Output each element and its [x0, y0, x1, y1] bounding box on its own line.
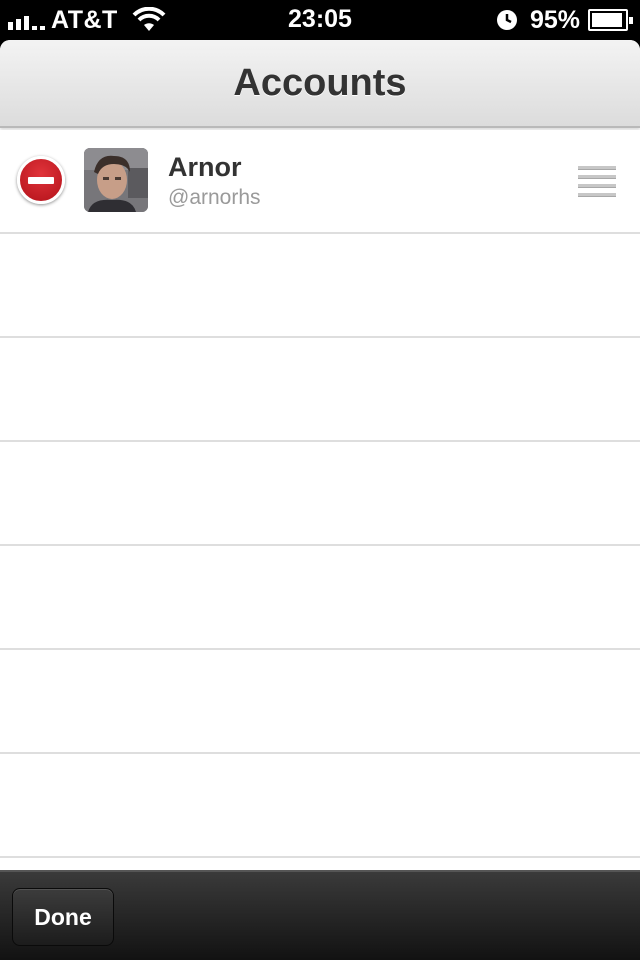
minus-icon [28, 177, 54, 184]
navigation-bar: Accounts [0, 40, 640, 128]
avatar [84, 148, 148, 212]
status-right: 95% [496, 5, 633, 35]
empty-row [0, 234, 640, 338]
bottom-toolbar: Done [0, 870, 640, 960]
empty-row [0, 338, 640, 442]
done-button[interactable]: Done [12, 888, 114, 946]
battery-percent: 95% [529, 5, 580, 34]
accounts-list: Arnor @arnorhs [0, 130, 640, 858]
account-row[interactable]: Arnor @arnorhs [0, 130, 640, 234]
status-bar: AT&T 23:05 95% [0, 0, 640, 40]
empty-row [0, 442, 640, 546]
battery-fill [592, 13, 623, 27]
delete-account-button[interactable] [17, 156, 65, 204]
account-name: Arnor [168, 152, 242, 182]
battery-icon [588, 9, 633, 31]
empty-row [0, 546, 640, 650]
reorder-handle-icon[interactable] [578, 166, 616, 197]
app-screen: Accounts Arnor @arnorhs Done [0, 40, 640, 960]
avatar-photo [84, 148, 148, 212]
alarm-icon [496, 10, 517, 30]
page-title: Accounts [233, 61, 407, 104]
account-handle: @arnorhs [168, 186, 261, 209]
empty-row [0, 754, 640, 858]
empty-row [0, 650, 640, 754]
